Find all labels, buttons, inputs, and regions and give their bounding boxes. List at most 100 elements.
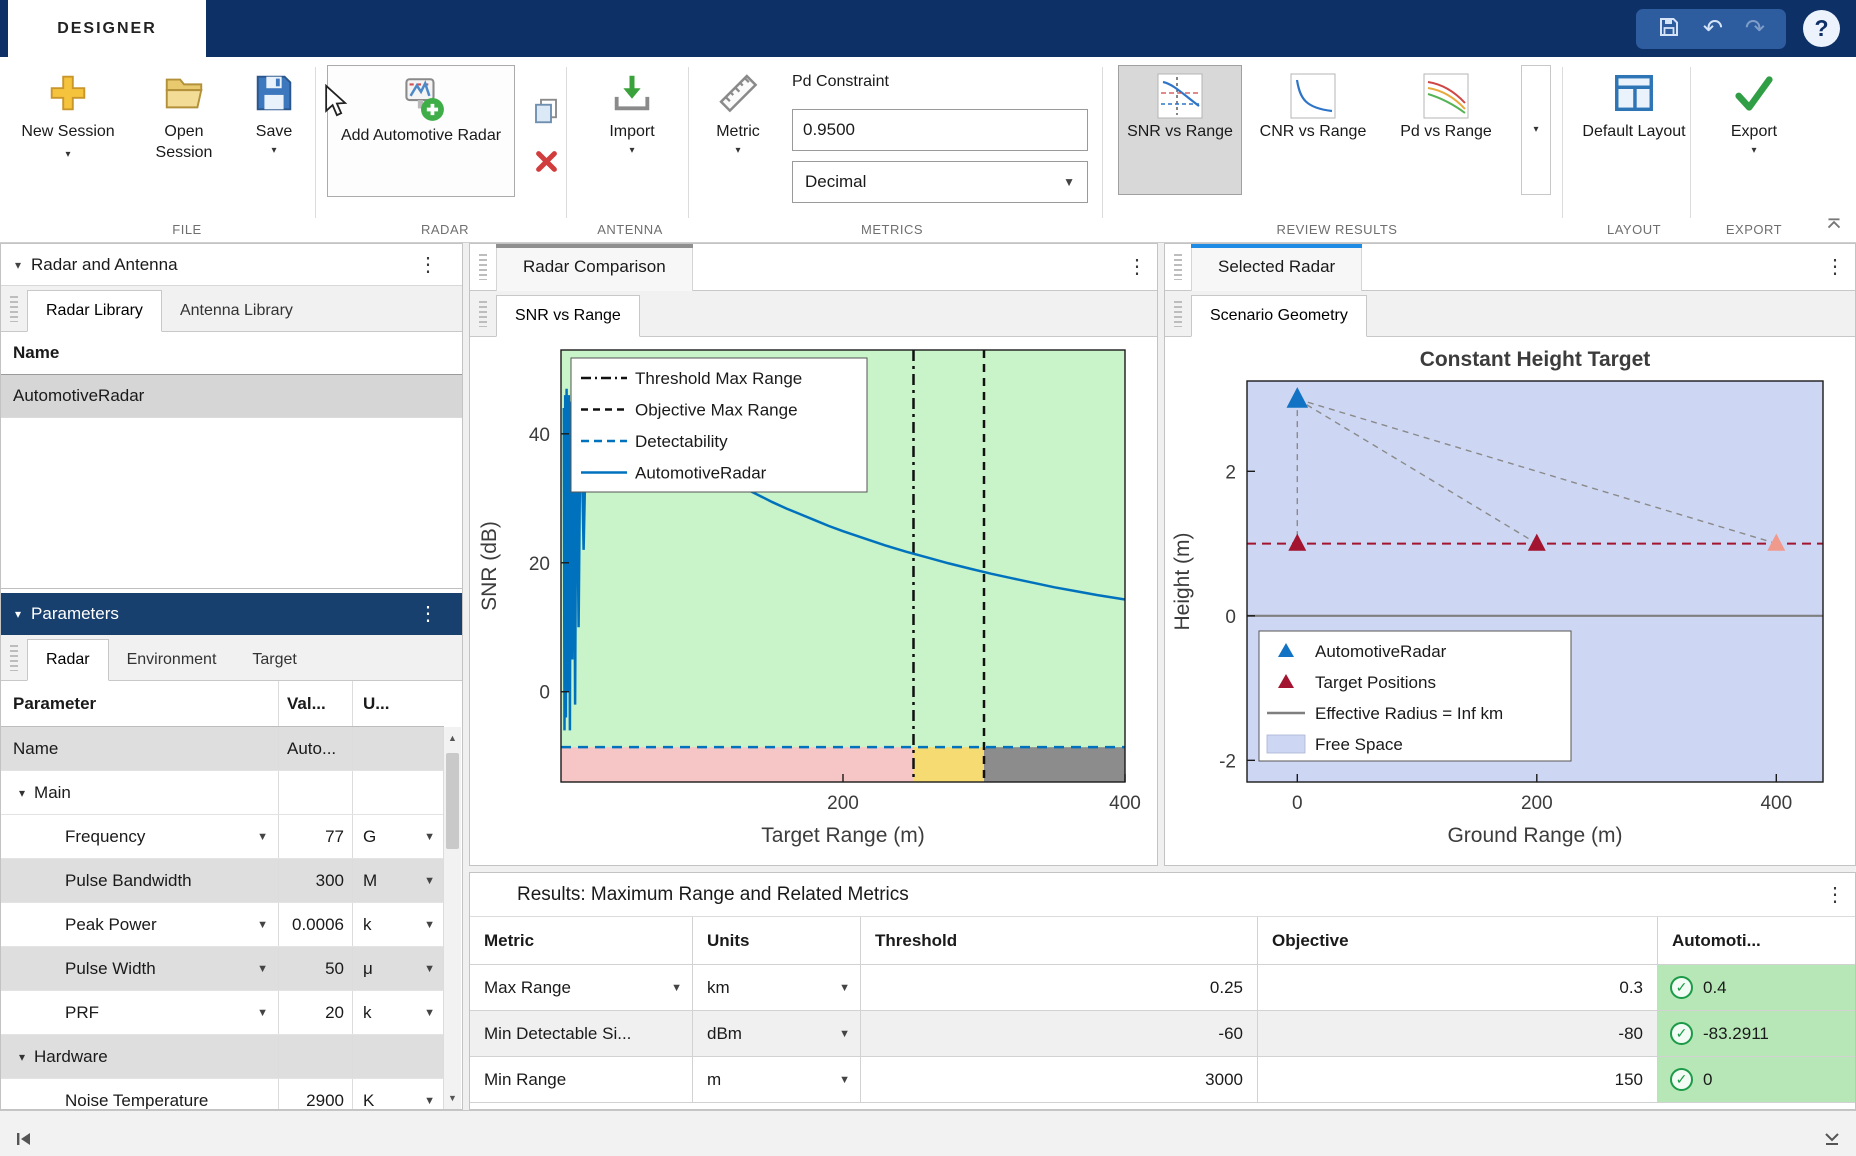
cnr-vs-range-gallery-item[interactable]: CNR vs Range: [1251, 65, 1375, 195]
tab-antenna-library[interactable]: Antenna Library: [162, 291, 311, 331]
gallery-expand-button[interactable]: ▾: [1521, 65, 1551, 195]
svg-text:20: 20: [529, 554, 550, 575]
panel-menu-icon[interactable]: ⋮: [1117, 257, 1157, 277]
delete-radar-button[interactable]: [530, 145, 562, 177]
unit-dropdown-icon[interactable]: ▼: [424, 963, 435, 975]
units-dropdown-icon[interactable]: ▼: [839, 1028, 850, 1040]
section-divider: [566, 67, 567, 218]
param-dropdown-icon[interactable]: ▼: [257, 1007, 268, 1019]
import-button[interactable]: Import ▾: [586, 67, 678, 156]
unit-dropdown-icon[interactable]: ▼: [424, 1007, 435, 1019]
parameters-header: ▾ Parameters ⋮: [1, 593, 462, 635]
parameter-group-hardware[interactable]: ▾Hardware: [1, 1035, 444, 1079]
results-row-min-range[interactable]: Min Range m▼ 3000 150 ✓0: [470, 1057, 1856, 1103]
panel-menu-icon[interactable]: ⋮: [1815, 257, 1855, 277]
parameter-row-frequency[interactable]: Frequency▼ 77 G▼: [1, 815, 444, 859]
section-divider: [1690, 67, 1691, 218]
import-label: Import: [609, 122, 654, 143]
unit-dropdown-icon[interactable]: ▼: [424, 875, 435, 887]
parameter-group-main[interactable]: ▾Main: [1, 771, 444, 815]
geometry-view-tabbar: Scenario Geometry: [1165, 291, 1855, 337]
metric-button[interactable]: Metric ▾: [700, 67, 776, 156]
parameter-row-prf[interactable]: PRF▼ 20 k▼: [1, 991, 444, 1035]
param-dropdown-icon[interactable]: ▼: [257, 963, 268, 975]
format-select[interactable]: Decimal ▼: [792, 161, 1088, 203]
default-layout-button[interactable]: Default Layout: [1576, 67, 1692, 143]
add-automotive-radar-label: Add Automotive Radar: [341, 126, 501, 147]
tab-environment-params[interactable]: Environment: [109, 640, 235, 680]
results-row-max-range[interactable]: Max Range▼ km▼ 0.25 0.3 ✓0.4: [470, 965, 1856, 1011]
drag-grip-icon[interactable]: [479, 254, 487, 280]
unit-dropdown-icon[interactable]: ▼: [424, 1095, 435, 1107]
tab-target-params[interactable]: Target: [234, 640, 314, 680]
drag-grip-icon[interactable]: [1174, 254, 1182, 280]
collapse-panel-icon[interactable]: ▾: [15, 258, 21, 272]
open-session-button[interactable]: Open Session: [136, 67, 232, 164]
tab-radar-params[interactable]: Radar: [27, 639, 109, 681]
pass-check-icon: ✓: [1670, 1022, 1693, 1045]
snr-vs-range-gallery-item[interactable]: SNR vs Range: [1118, 65, 1242, 195]
antenna-section-label: ANTENNA: [597, 222, 663, 237]
parameter-row-noise-temperature[interactable]: Noise Temperature 2900 K▼: [1, 1079, 444, 1110]
doc-tab-selected-radar[interactable]: Selected Radar: [1191, 244, 1362, 291]
scrollbar-thumb[interactable]: [446, 753, 459, 849]
export-button[interactable]: Export ▾: [1702, 67, 1806, 156]
units-dropdown-icon[interactable]: ▼: [839, 1074, 850, 1086]
results-menu-icon[interactable]: ⋮: [1815, 885, 1855, 905]
gallery-expand-caret-icon: ▾: [1533, 125, 1538, 135]
tab-designer[interactable]: DESIGNER: [8, 0, 206, 57]
svg-text:40: 40: [529, 425, 550, 446]
tab-radar-library[interactable]: Radar Library: [27, 290, 162, 332]
collapse-parameters-icon[interactable]: ▾: [15, 607, 21, 621]
save-icon[interactable]: [1657, 15, 1681, 44]
tab-snr-vs-range[interactable]: SNR vs Range: [496, 295, 640, 337]
new-session-button[interactable]: New Session ▾: [20, 67, 116, 164]
drag-grip-icon[interactable]: [10, 296, 18, 322]
copy-radar-button[interactable]: [530, 95, 562, 127]
doc-tab-radar-comparison[interactable]: Radar Comparison: [496, 244, 693, 291]
parameters-table-header: Parameter Val... U...: [1, 681, 444, 727]
parameter-row-pulse-bandwidth[interactable]: Pulse Bandwidth 300 M▼: [1, 859, 444, 903]
section-divider: [1102, 67, 1103, 218]
parameter-row-peak-power[interactable]: Peak Power▼ 0.0006 k▼: [1, 903, 444, 947]
svg-text:Target Positions: Target Positions: [1315, 673, 1436, 692]
parameters-title: Parameters: [31, 604, 119, 624]
metric-dropdown-icon[interactable]: ▼: [671, 982, 682, 994]
undo-icon[interactable]: ↶: [1703, 17, 1723, 41]
drag-grip-icon[interactable]: [10, 645, 18, 671]
parameter-row-name[interactable]: Name Auto...: [1, 727, 444, 771]
units-dropdown-icon[interactable]: ▼: [839, 982, 850, 994]
parameters-menu-icon[interactable]: ⋮: [408, 604, 448, 624]
drag-grip-icon[interactable]: [479, 301, 487, 327]
pass-check-icon: ✓: [1670, 976, 1693, 999]
scroll-down-button[interactable]: ▼: [444, 1087, 461, 1109]
param-dropdown-icon[interactable]: ▼: [257, 919, 268, 931]
scroll-up-button[interactable]: ▲: [444, 727, 461, 749]
snr-vs-range-thumb-icon: [1157, 73, 1203, 119]
parameters-scrollbar[interactable]: ▲ ▼: [443, 727, 461, 1109]
parameters-tabbar: Radar Environment Target: [1, 635, 462, 681]
redo-icon[interactable]: ↷: [1745, 17, 1765, 41]
tab-scenario-geometry[interactable]: Scenario Geometry: [1191, 295, 1367, 337]
pd-vs-range-gallery-item[interactable]: Pd vs Range: [1384, 65, 1508, 195]
import-caret-icon: ▾: [629, 146, 634, 156]
collapse-left-panel-button[interactable]: [8, 1123, 40, 1155]
radar-library-list: Name AutomotiveRadar: [1, 332, 462, 589]
expand-group-icon[interactable]: ▾: [19, 1050, 25, 1064]
save-button[interactable]: Save ▾: [244, 67, 304, 156]
expand-group-icon[interactable]: ▾: [19, 786, 25, 800]
results-row-min-detectable[interactable]: Min Detectable Si... dBm▼ -60 -80 ✓-83.2…: [470, 1011, 1856, 1057]
minimize-ribbon-button[interactable]: [1818, 207, 1850, 239]
panel-menu-icon[interactable]: ⋮: [408, 255, 448, 275]
unit-dropdown-icon[interactable]: ▼: [424, 831, 435, 843]
drag-grip-icon[interactable]: [1174, 301, 1182, 327]
param-dropdown-icon[interactable]: ▼: [257, 831, 268, 843]
add-automotive-radar-button[interactable]: Add Automotive Radar: [327, 65, 515, 197]
unit-dropdown-icon[interactable]: ▼: [424, 919, 435, 931]
collapse-bottom-panel-button[interactable]: [1816, 1123, 1848, 1155]
parameter-row-pulse-width[interactable]: Pulse Width▼ 50 μ▼: [1, 947, 444, 991]
below-detectability-region: [561, 747, 914, 782]
list-item-automotiveradar[interactable]: AutomotiveRadar: [1, 375, 462, 418]
pd-constraint-input[interactable]: [792, 109, 1088, 151]
help-icon[interactable]: ?: [1803, 10, 1840, 47]
